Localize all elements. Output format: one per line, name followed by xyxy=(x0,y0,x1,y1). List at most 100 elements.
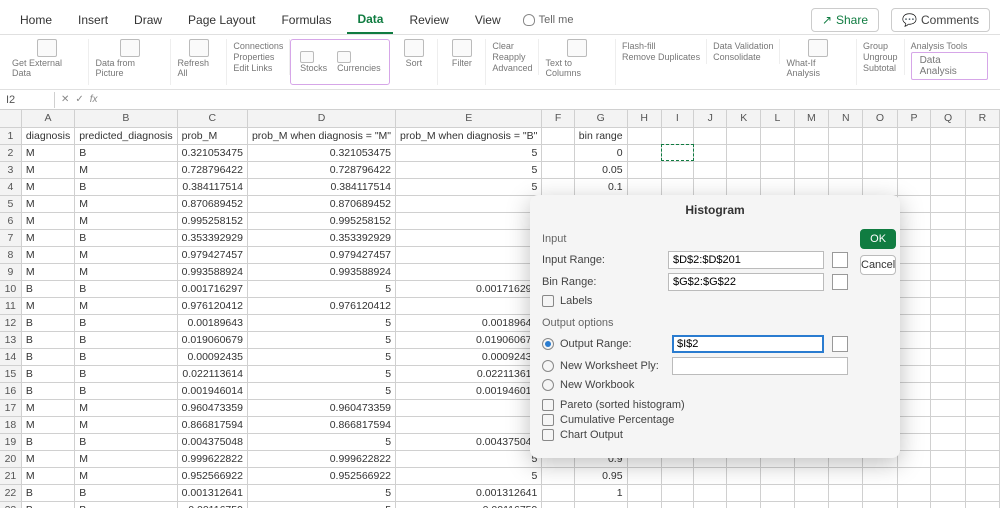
cell-E11[interactable]: 5 xyxy=(396,297,542,314)
cell-O21[interactable] xyxy=(863,467,897,484)
cell-P4[interactable] xyxy=(897,178,931,195)
cell-P16[interactable] xyxy=(897,382,931,399)
cell-B3[interactable]: M xyxy=(75,161,177,178)
cell-R7[interactable] xyxy=(965,229,999,246)
cell-Q11[interactable] xyxy=(931,297,965,314)
cell-C19[interactable]: 0.004375048 xyxy=(177,433,247,450)
cell-I4[interactable] xyxy=(661,178,693,195)
cell-I2[interactable] xyxy=(661,144,693,161)
cell-E7[interactable]: 5 xyxy=(396,229,542,246)
cell-E13[interactable]: 0.019060679 xyxy=(396,331,542,348)
cell-B15[interactable]: B xyxy=(75,365,177,382)
cell-B2[interactable]: B xyxy=(75,144,177,161)
cell-R1[interactable] xyxy=(965,127,999,144)
cell-R22[interactable] xyxy=(965,484,999,501)
cell-E4[interactable]: 5 xyxy=(396,178,542,195)
cell-E10[interactable]: 0.001716297 xyxy=(396,280,542,297)
cell-C1[interactable]: prob_M xyxy=(177,127,247,144)
data-analysis-cmd[interactable]: Data Analysis xyxy=(911,52,988,80)
cell-I21[interactable] xyxy=(661,467,693,484)
cell-F23[interactable] xyxy=(542,501,574,508)
cell-F4[interactable] xyxy=(542,178,574,195)
cell-R23[interactable] xyxy=(965,501,999,508)
cell-R13[interactable] xyxy=(965,331,999,348)
cell-P15[interactable] xyxy=(897,365,931,382)
cell-J21[interactable] xyxy=(694,467,727,484)
cell-K4[interactable] xyxy=(727,178,761,195)
cell-C9[interactable]: 0.993588924 xyxy=(177,263,247,280)
cell-Q18[interactable] xyxy=(931,416,965,433)
refresh-all[interactable]: Refresh All xyxy=(171,39,227,85)
cell-G2[interactable]: 0 xyxy=(574,144,627,161)
cell-A8[interactable]: M xyxy=(21,246,74,263)
input-range-ref-icon[interactable] xyxy=(832,252,848,268)
cell-D11[interactable]: 0.976120412 xyxy=(247,297,395,314)
cell-Q4[interactable] xyxy=(931,178,965,195)
cell-E1[interactable]: prob_M when diagnosis = "B" xyxy=(396,127,542,144)
accept-fx-icon[interactable]: ✓ xyxy=(75,94,83,105)
cell-A15[interactable]: B xyxy=(21,365,74,382)
cell-G21[interactable]: 0.95 xyxy=(574,467,627,484)
cell-P2[interactable] xyxy=(897,144,931,161)
cell-O2[interactable] xyxy=(863,144,897,161)
cell-C7[interactable]: 0.353392929 xyxy=(177,229,247,246)
cell-C20[interactable]: 0.999622822 xyxy=(177,450,247,467)
cell-B12[interactable]: B xyxy=(75,314,177,331)
cell-D6[interactable]: 0.995258152 xyxy=(247,212,395,229)
labels-checkbox[interactable] xyxy=(542,295,554,307)
cell-D19[interactable]: 5 xyxy=(247,433,395,450)
cell-C15[interactable]: 0.022113614 xyxy=(177,365,247,382)
cell-M3[interactable] xyxy=(794,161,829,178)
cell-A2[interactable]: M xyxy=(21,144,74,161)
col-header-M[interactable]: M xyxy=(794,110,829,127)
cell-B22[interactable]: B xyxy=(75,484,177,501)
cell-Q17[interactable] xyxy=(931,399,965,416)
cell-H3[interactable] xyxy=(627,161,661,178)
cell-M4[interactable] xyxy=(794,178,829,195)
tab-formulas[interactable]: Formulas xyxy=(271,7,341,33)
properties-cmd[interactable]: Properties xyxy=(233,52,274,62)
cumulative-checkbox[interactable] xyxy=(542,414,554,426)
cell-I23[interactable] xyxy=(661,501,693,508)
tab-draw[interactable]: Draw xyxy=(124,7,172,33)
cell-F22[interactable] xyxy=(542,484,574,501)
tab-insert[interactable]: Insert xyxy=(68,7,118,33)
cell-B6[interactable]: M xyxy=(75,212,177,229)
cell-R3[interactable] xyxy=(965,161,999,178)
cell-C18[interactable]: 0.866817594 xyxy=(177,416,247,433)
cell-K3[interactable] xyxy=(727,161,761,178)
cell-B1[interactable]: predicted_diagnosis xyxy=(75,127,177,144)
cell-A7[interactable]: M xyxy=(21,229,74,246)
cell-C6[interactable]: 0.995258152 xyxy=(177,212,247,229)
cell-A13[interactable]: B xyxy=(21,331,74,348)
cell-B10[interactable]: B xyxy=(75,280,177,297)
cell-A14[interactable]: B xyxy=(21,348,74,365)
cell-P22[interactable] xyxy=(897,484,931,501)
cell-E8[interactable]: 5 xyxy=(396,246,542,263)
cell-D12[interactable]: 5 xyxy=(247,314,395,331)
cell-E6[interactable]: 5 xyxy=(396,212,542,229)
cell-L21[interactable] xyxy=(761,467,794,484)
row-header-7[interactable]: 7 xyxy=(0,229,21,246)
cell-C16[interactable]: 0.001946014 xyxy=(177,382,247,399)
cell-E3[interactable]: 5 xyxy=(396,161,542,178)
cell-R4[interactable] xyxy=(965,178,999,195)
cell-Q5[interactable] xyxy=(931,195,965,212)
cell-N22[interactable] xyxy=(829,484,863,501)
new-ws-field[interactable] xyxy=(672,357,848,375)
cell-C17[interactable]: 0.960473359 xyxy=(177,399,247,416)
cell-R15[interactable] xyxy=(965,365,999,382)
cell-G22[interactable]: 1 xyxy=(574,484,627,501)
cell-R5[interactable] xyxy=(965,195,999,212)
cell-C22[interactable]: 0.001312641 xyxy=(177,484,247,501)
cell-E17[interactable]: 5 xyxy=(396,399,542,416)
cell-E9[interactable]: 5 xyxy=(396,263,542,280)
cell-C10[interactable]: 0.001716297 xyxy=(177,280,247,297)
cell-C12[interactable]: 0.00189643 xyxy=(177,314,247,331)
row-header-9[interactable]: 9 xyxy=(0,263,21,280)
cell-I22[interactable] xyxy=(661,484,693,501)
cell-M22[interactable] xyxy=(794,484,829,501)
cancel-button[interactable]: Cancel xyxy=(860,255,896,275)
cell-R11[interactable] xyxy=(965,297,999,314)
cell-A18[interactable]: M xyxy=(21,416,74,433)
